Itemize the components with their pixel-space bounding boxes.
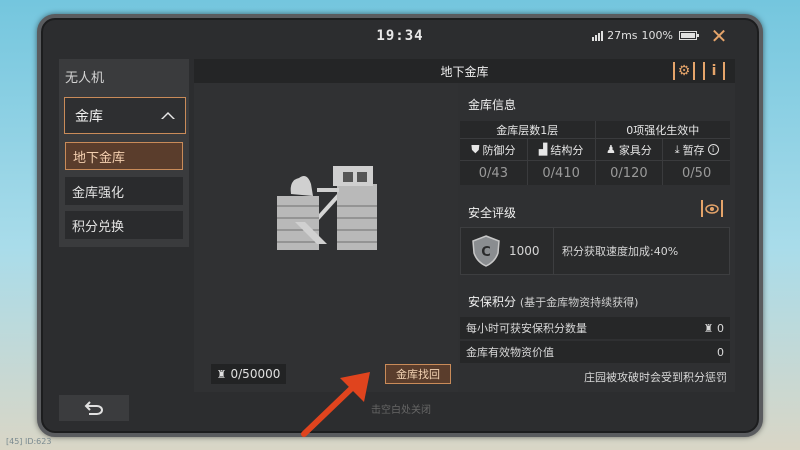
structure-icon: ▟ [538,143,548,156]
settings-gear-icon[interactable]: ⚙ [673,62,695,80]
stat-storage-label: 暂存 [682,143,705,157]
download-icon: ⤓ [674,142,680,156]
close-icon[interactable]: ✕ [709,26,729,46]
status-indicators: 27ms 100% [592,29,699,42]
header-icons: ⚙ i [673,62,725,80]
stat-structure: ▟ 结构分 [528,139,596,160]
tap-to-close-hint[interactable]: 击空白处关闭 [371,401,431,416]
security-value: 1000 [509,244,540,258]
sidebar-item-vault[interactable]: 金库 [64,97,186,134]
vault-summary-row: 金库层数1层 0项强化生效中 [460,121,730,139]
hourly-points-value: 0 [717,321,724,335]
stat-defense-label: 防御分 [482,143,516,157]
vault-info-title: 金库信息 [468,98,517,112]
valid-value-row: 金库有效物资价值 0 [460,341,730,363]
signal-icon [592,30,604,41]
ping-text: 27ms [607,29,638,42]
capacity-badge: ♜ 0/50000 [211,364,286,384]
stat-furniture: ♟ 家具分 [596,139,664,160]
vault-retrieve-button[interactable]: 金库找回 [385,364,451,384]
vault-stat-labels-row: ⛊ 防御分 ▟ 结构分 ♟ 家具分 ⤓ 暂存 i [460,139,730,161]
stat-storage-value: 0/50 [682,165,712,181]
stat-structure-value: 0/410 [528,161,596,185]
sidebar-item-vault-label: 金库 [75,108,103,125]
info-circle-icon[interactable]: i [707,144,719,155]
security-title: 安全评级 [468,206,517,220]
vault-info-panel: 金库信息 金库层数1层 0项强化生效中 ⛊ 防御分 ▟ 结构分 ♟ 家具分 ⤓ … [460,83,735,392]
stat-structure-label: 结构分 [550,143,584,157]
vault-stat-values-row: 0/43 0/410 0/120 0/50 [460,161,730,185]
points-subtitle: (基于金库物资持续获得) [519,296,639,309]
battery-text: 100% [641,29,673,42]
valid-value-number: 0 [717,345,724,359]
debug-id: [45] ID:623 [6,437,52,446]
stat-defense: ⛊ 防御分 [460,139,528,160]
sidebar-item-vault-enhance[interactable]: 金库强化 [65,177,183,205]
back-arrow-icon [84,401,103,415]
panel-title: 地下金库 [440,64,489,79]
stat-furniture-value: 0/120 [596,161,664,185]
info-icon[interactable]: i [703,62,725,80]
stat-storage: ⤓ 暂存 i [663,139,730,160]
stat-defense-value: 0/43 [460,161,528,185]
points-title-main: 安保积分 [468,295,517,309]
furniture-icon: ♟ [605,143,616,156]
robot-small-icon: ♜ [703,321,714,335]
battery-icon [679,31,699,40]
security-grade: C 1000 [461,228,554,274]
vault-building-view [194,83,458,392]
main-panel: 地下金库 ⚙ i ♜ 0/50000 金库找回 金库信息 金库层数1层 0项强化… [194,59,735,392]
sidebar-item-points-exchange[interactable]: 积分兑换 [65,211,183,239]
grade-shield-icon: C [472,235,500,267]
hourly-points-label: 每小时可获安保积分数量 [466,322,587,335]
vault-info-table: 金库层数1层 0项强化生效中 ⛊ 防御分 ▟ 结构分 ♟ 家具分 ⤓ 暂存 i … [460,121,730,185]
chevron-up-icon [161,112,175,119]
capacity-value: 0/50000 [230,367,281,381]
clock: 19:34 [376,28,424,44]
grade-letter: C [481,245,491,260]
vault-floors: 金库层数1层 [460,121,596,138]
status-bar: 19:34 27ms 100% ✕ [41,18,759,54]
back-button[interactable] [59,395,129,421]
hourly-points-value-wrap: ♜ 0 [704,322,724,335]
vault-building-icon [277,166,377,250]
panel-header: 地下金库 ⚙ i [194,59,735,83]
tutorial-arrow-icon [301,372,370,437]
vault-enhance-count: 0项强化生效中 [626,123,700,137]
sidebar: 无人机 金库 地下金库 金库强化 积分兑换 [59,59,189,247]
eye-icon[interactable] [701,200,723,217]
valid-value-label: 金库有效物资价值 [466,346,554,359]
shield-small-icon: ⛊ [471,142,480,156]
sidebar-item-drone[interactable]: 无人机 [65,67,104,86]
hourly-points-row: 每小时可获安保积分数量 ♜ 0 [460,317,730,339]
penalty-note: 庄园被攻破时会受到积分惩罚 [584,371,727,384]
points-title: 安保积分 (基于金库物资持续获得) [468,293,638,310]
sidebar-item-underground-vault[interactable]: 地下金库 [65,142,183,170]
security-rating: C 1000 积分获取速度加成:40% [460,227,730,275]
stat-furniture-label: 家具分 [618,143,652,157]
robot-icon: ♜ [216,367,227,381]
security-bonus: 积分获取速度加成:40% [562,245,679,258]
